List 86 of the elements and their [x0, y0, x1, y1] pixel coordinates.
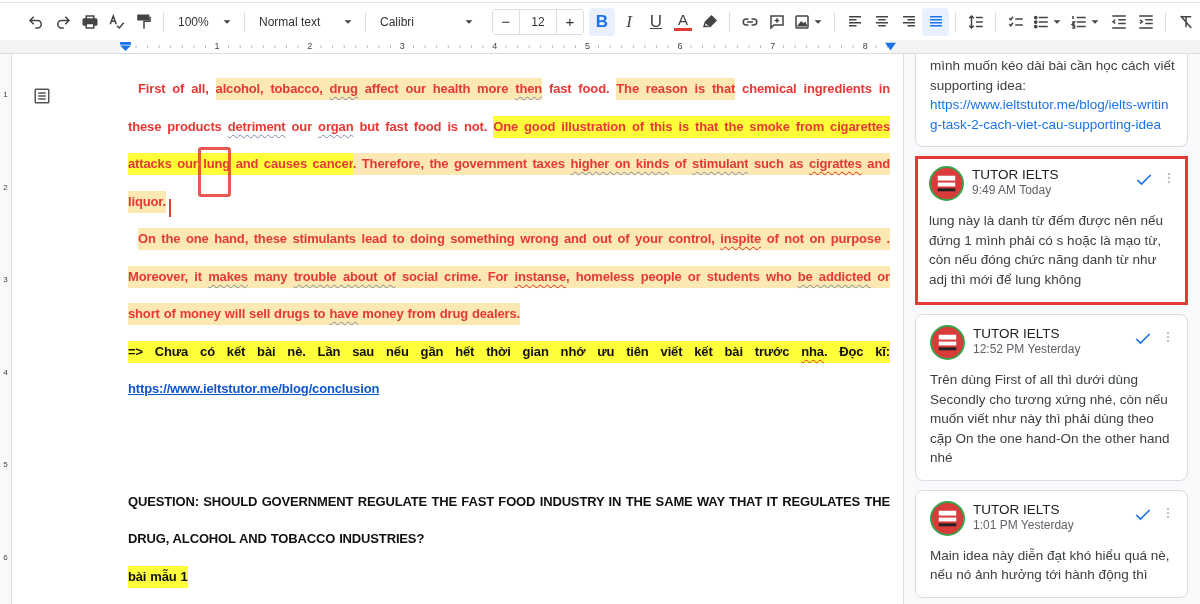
add-comment-icon [767, 12, 786, 31]
flagged-word: makes [208, 265, 248, 288]
highlighted-text: attacks our [128, 153, 204, 175]
highlighted-text: and [861, 153, 890, 175]
align-justify-button[interactable] [922, 7, 949, 36]
highlighted-text: affect our health more [357, 78, 516, 100]
highlighted-text: One good illustration of this is that the smoke from cigarettes [493, 115, 890, 138]
highlighted-text: social crime. For [395, 265, 515, 288]
avatar-icon [930, 500, 965, 536]
essay-text: our [290, 118, 314, 134]
font-dropdown[interactable]: Calibri [372, 7, 480, 36]
ruler-number: 4 [3, 367, 8, 377]
indent-marker[interactable] [120, 42, 131, 51]
essay-text: chemical ingredients in [741, 81, 890, 96]
flagged-word: inspite [720, 228, 762, 250]
ruler-number: 5 [3, 460, 8, 470]
decrease-indent-icon [1109, 12, 1128, 31]
comment-author: TUTOR IELTS [973, 500, 1061, 518]
avatar-icon [930, 325, 965, 360]
highlighted-text: liquor. [128, 190, 166, 213]
flagged-word: trouble about of [293, 265, 396, 288]
highlighted-text: of not on purpose . [761, 228, 890, 250]
comment-card[interactable]: TUTOR IELTS 9:49 AM Today lung này là danh từ đếm được nên nếu đứng 1 mình phải có s hoặc là mạo từ, còn nếu đóng chức năng danh từ như adj thì mới để lung không [915, 156, 1188, 305]
highlighted-text: The reason is that [616, 78, 736, 100]
flagged-word: be addicted [797, 265, 872, 288]
highlighted-text: Moreover, it [128, 265, 209, 288]
highlighted-text: of [669, 153, 693, 175]
comment-card[interactable]: TUTOR IELTS 12:52 PM Yesterday Trên dùng First of all thì dưới dùng Secondly cho tương xứng nhé, còn nếu muốn viết như này thì phải dùng theo cặp On the one hand-On the other hand nhé [915, 314, 1188, 481]
highlighted-text: => Chưa có kết bài nè. Lần sau nếu gần hết thời gian nhớ ưu tiên viết kết bài trước [128, 340, 802, 363]
link[interactable]: https://www.ieltstutor.me/blog/conclusion [128, 381, 380, 396]
essay-text: DRUG, ALCOHOL AND TOBACCO INDUSTRIES? [128, 531, 425, 546]
highlighted-text: or [871, 265, 890, 288]
flagged-word: have [329, 303, 359, 325]
comment-card[interactable]: TUTOR IELTS 1:01 PM Yesterday Main idea này diễn đạt khó hiểu quá nè, nếu nó ảnh hưởng tới hành động thì [915, 489, 1188, 598]
highlighted-text: and causes cancer [230, 153, 353, 175]
ruler-number: 1 [3, 90, 8, 99]
highlighted-text: bài mẫu 1 [128, 565, 188, 588]
flagged-word: cigrattes [808, 153, 862, 175]
comment-text: lung này là danh từ đếm được nên nếu đứng 1 mình phải có s hoặc là mạo từ, còn nếu đóng chức năng danh từ như adj thì mới để lung không [929, 212, 1165, 289]
essay-text: these products [128, 118, 223, 134]
highlighted-text: , homeless people or students who [566, 265, 798, 288]
essay-text: but fast food is not. [358, 118, 489, 134]
flagged-word: detriment [227, 118, 286, 134]
bold-button[interactable]: B [589, 7, 615, 36]
print-icon [80, 12, 99, 31]
essay-text: First of all, [138, 81, 210, 96]
avatar-icon [929, 166, 964, 201]
spellcheck-icon [107, 12, 126, 31]
comment-time: 9:49 AM Today [972, 183, 1053, 198]
flagged-word: then [515, 78, 543, 100]
link[interactable]: https://www.ieltstutor.me/blog/ielts-writing-task-2-cach-viet-cau-supporting-idea [930, 95, 1175, 134]
increase-indent-icon [1136, 12, 1155, 31]
essay-text: fast food. [547, 81, 611, 96]
flagged-word: higher on kinds [570, 153, 670, 175]
flagged-word: instanse [514, 265, 566, 288]
highlighted-text: . Đọc kĩ: [823, 340, 890, 363]
comment-time: 12:52 PM Yesterday [973, 342, 1082, 357]
comment-text: Main idea này diễn đạt khó hiểu quá nè, nếu nó ảnh hưởng tới hành động thì [930, 546, 1171, 584]
comment-time: 1:01 PM Yesterday [973, 517, 1075, 533]
style-dropdown[interactable]: Normal text [251, 7, 359, 36]
ruler-number: 2 [3, 182, 8, 192]
highlighted-text: such as [748, 153, 809, 175]
indent-marker[interactable] [885, 42, 896, 51]
highlighted-text: short of money will sell drugs to [128, 303, 330, 325]
ruler-number: 3 [3, 275, 8, 285]
highlighted-text: On the one hand, these stimulants lead to doing something wrong and out of your control, [138, 228, 721, 250]
comment-author: TUTOR IELTS [973, 325, 1061, 342]
comment-text: mình muốn kéo dài bài cần học cách viết supporting idea: [930, 57, 1175, 95]
essay-text: QUESTION: SHOULD GOVERNMENT REGULATE THE FAST FOOD INDUSTRY IN THE SAME WAY THAT IT REGULATES THE [128, 493, 890, 509]
flagged-word: stimulant [692, 153, 749, 175]
flagged-word: nha [801, 340, 824, 363]
image-icon [793, 12, 811, 31]
comment-card[interactable]: mình muốn kéo dài bài cần học cách viết supporting idea: https://www.ieltstutor.me/blog/ielts-writing-task-2-cach-viet-cau-supporting-idea [915, 54, 1188, 147]
comment-text: Trên dùng First of all thì dưới dùng Secondly cho tương xứng nhé, còn nếu muốn viết như này thì phải dùng theo cặp On the one hand-On the other hand nhé [930, 371, 1171, 467]
comment-author: TUTOR IELTS [972, 166, 1060, 183]
ruler-number: 6 [3, 552, 8, 562]
line-spacing-icon [966, 12, 985, 31]
highlighted-text: many [247, 265, 294, 288]
zoom-dropdown[interactable]: 100% [170, 7, 238, 36]
flagged-word: organ [318, 118, 354, 134]
highlighted-text: . Therefore, the government taxes [352, 153, 571, 175]
document-outline-icon[interactable] [33, 87, 51, 105]
paint-format-icon [134, 12, 153, 31]
highlighted-text: money from drug dealers. [358, 303, 520, 325]
flagged-word: drug [329, 78, 358, 100]
highlighted-text: alcohol, tobacco, [215, 78, 330, 100]
